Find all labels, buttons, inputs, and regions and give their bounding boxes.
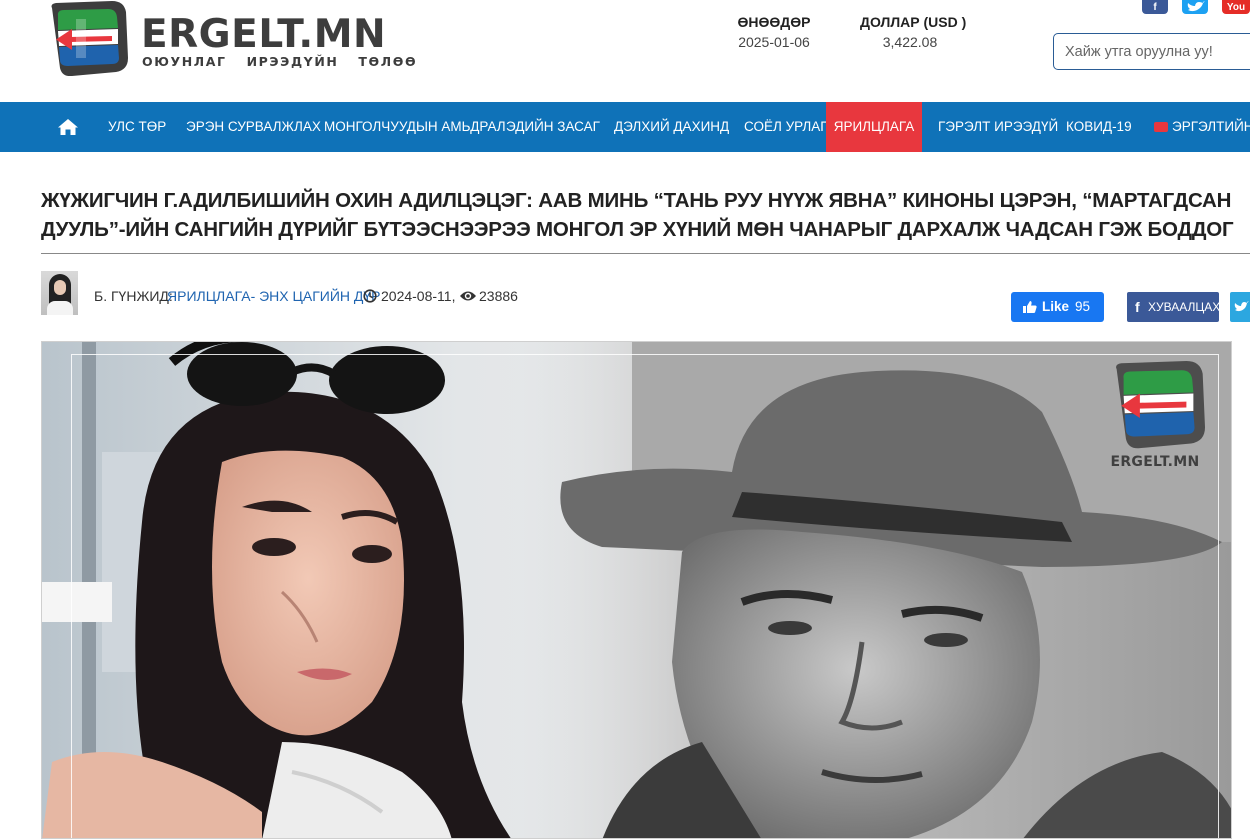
usd-rate-block: ДОЛЛАР (USD ) 3,422.08 [860,14,967,50]
live-video-icon [1154,122,1168,132]
nav-item-ediin-zasag[interactable]: ЭДИЙН ЗАСАГ [506,102,600,152]
twitter-share-button[interactable] [1230,292,1250,322]
thumbs-up-icon [1023,301,1037,313]
nav-item-ergeltiin-dugui[interactable]: ЭРГЭЛТИЙН ДУГУЙ [1154,102,1250,152]
view-count: 23886 [479,288,518,304]
usd-value: 3,422.08 [882,34,938,50]
article-category-link[interactable]: ЯРИЛЦЛАГА- ЭНХ ЦАГИЙН ДҮР [167,288,381,304]
youtube-icon[interactable]: You [1222,0,1250,14]
nav-item-soel-urlag[interactable]: СОЁЛ УРЛАГ [744,102,828,152]
share-label: ХУВААЛЦАХ [1148,300,1221,314]
watermark-logo: ERGELT.MN [1100,356,1210,476]
facebook-like-button[interactable]: Like 95 [1011,292,1104,322]
publish-date: 2024-08-11, [381,288,456,304]
author-avatar[interactable] [41,271,78,315]
logo-mark-icon [51,1,128,76]
watermark-text: ERGELT.MN [1110,454,1200,470]
today-block: ӨНӨӨДӨР 2025-01-06 [737,14,811,50]
twitter-icon[interactable] [1182,0,1208,14]
title-divider [41,253,1250,254]
site-header: ERGELT.MN ОЮУНЛАГ ИРЭЭДҮЙН ТӨЛӨӨ ӨНӨӨДӨР… [0,0,1250,102]
main-nav: УЛС ТӨР ЭРЭН СУРВАЛЖЛАХ МОНГОЛЧУУДЫН АМЬ… [0,102,1250,152]
eye-icon [460,291,476,301]
like-count: 95 [1075,299,1091,314]
search-box [1053,33,1250,70]
like-label: Like [1042,299,1070,314]
nav-item-mongolchuudyn-amidral[interactable]: МОНГОЛЧУУДЫН АМЬДРАЛ [324,102,506,152]
nav-item-gerelt-ireedui[interactable]: ГЭРЭЛТ ИРЭЭДҮЙ [938,102,1058,152]
article-hero-image: ERGELT.MN [41,341,1232,839]
watermark-logo-icon [1116,360,1205,449]
today-label: ӨНӨӨДӨР [737,14,811,30]
nav-item-delhii-dahind[interactable]: ДЭЛХИЙ ДАХИНД [614,102,729,152]
facebook-icon[interactable]: f [1142,0,1168,14]
twitter-icon [1234,301,1249,312]
site-logo[interactable]: ERGELT.MN ОЮУНЛАГ ИРЭЭДҮЙН ТӨЛӨӨ [42,0,416,80]
youtube-text: You [1226,2,1246,13]
nav-home[interactable] [53,102,81,152]
logo-tagline: ОЮУНЛАГ ИРЭЭДҮЙН ТӨЛӨӨ [142,54,418,69]
nav-item-uls-tor[interactable]: УЛС ТӨР [108,102,166,152]
clock-icon [363,289,377,303]
facebook-share-button[interactable]: f ХУВААЛЦАХ [1127,292,1221,322]
facebook-f-icon: f [1135,299,1140,315]
nav-item-ergeltiin-dugui-label: ЭРГЭЛТИЙН ДУГУЙ [1172,119,1250,134]
hero-photo-illustration [42,342,1231,838]
nav-item-eren-survaljlah[interactable]: ЭРЭН СУРВАЛЖЛАХ [186,102,321,152]
search-input[interactable] [1054,34,1250,69]
facebook-glyph: f [1153,2,1157,13]
author-name[interactable]: Б. ГҮНЖИД: [94,288,173,304]
today-value: 2025-01-06 [738,34,810,50]
home-icon [58,119,78,135]
twitter-bird-glyph [1187,1,1205,12]
nav-item-yarilclaga[interactable]: ЯРИЛЦЛАГА [826,102,922,152]
usd-label: ДОЛЛАР (USD ) [860,14,967,30]
logo-name: ERGELT.MN [141,12,387,57]
nav-item-kovid-19[interactable]: КОВИД-19 [1066,102,1132,152]
article-title: ЖҮЖИГЧИН Г.АДИЛБИШИЙН ОХИН АДИЛЦЭЦЭГ: АА… [41,189,1234,241]
